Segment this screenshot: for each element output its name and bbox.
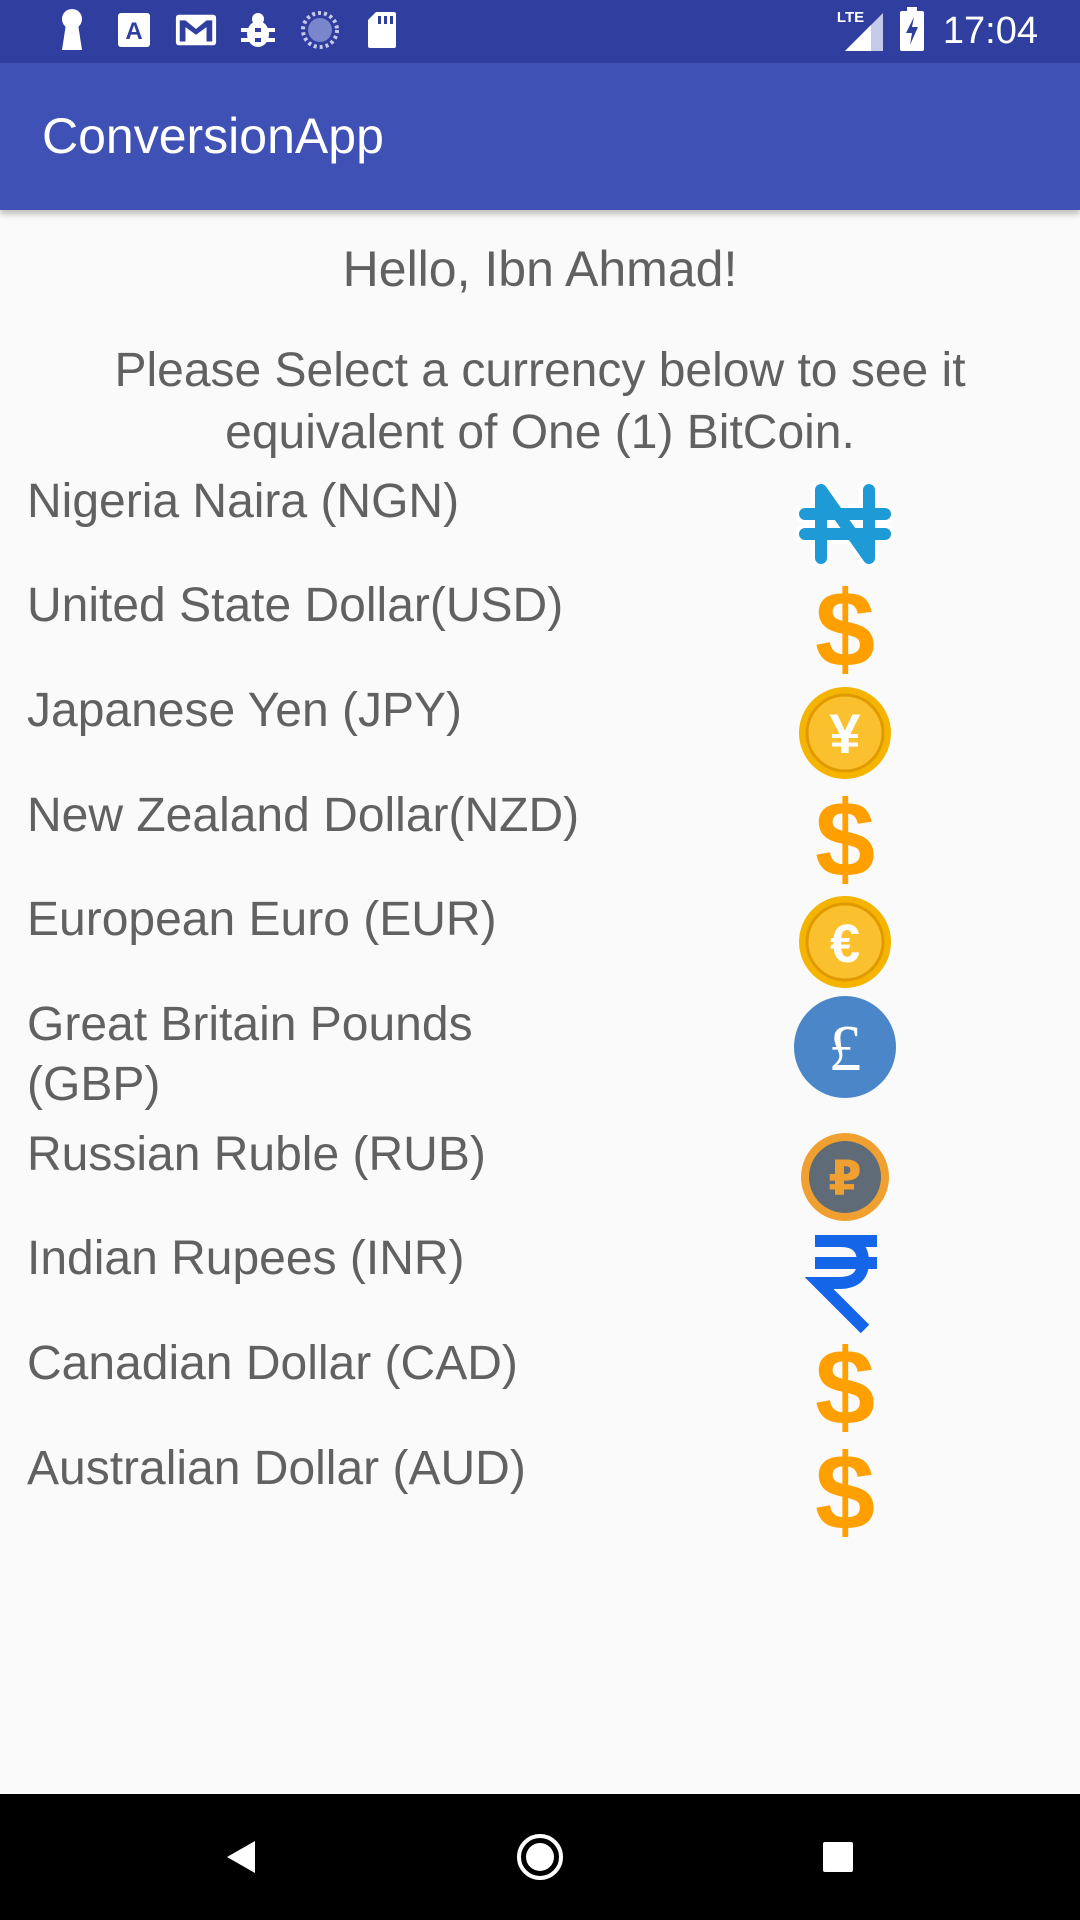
bug-icon [236, 8, 280, 52]
svg-text:€: € [830, 914, 860, 974]
keyhole-icon [50, 8, 94, 52]
notification-icons: A [50, 8, 422, 52]
gmail-icon [174, 8, 218, 52]
currency-row-rub[interactable]: Russian Ruble (RUB) ₽ [0, 1125, 1080, 1229]
main-content: Hello, Ibn Ahmad! Please Select a curren… [0, 210, 1080, 1794]
euro-coin-icon[interactable]: € [790, 890, 900, 994]
naira-icon[interactable] [790, 472, 900, 576]
currency-row-ngn[interactable]: Nigeria Naira (NGN) [0, 472, 1080, 576]
currency-label: Great Britain Pounds (GBP) [27, 998, 473, 1111]
currency-label: Japanese Yen (JPY) [27, 684, 462, 737]
currency-row-inr[interactable]: Indian Rupees (INR) [0, 1229, 1080, 1334]
currency-label: United State Dollar(USD) [27, 579, 564, 632]
a-notification-icon: A [112, 8, 156, 52]
app-bar: ConversionApp [0, 63, 1080, 210]
currency-row-cad[interactable]: Canadian Dollar (CAD) $ [0, 1334, 1080, 1439]
app-title: ConversionApp [42, 108, 384, 164]
status-bar: A LTE 17:04 [0, 0, 1080, 63]
signal-icon: LTE [836, 9, 885, 53]
battery-charging-icon [899, 6, 925, 56]
currency-row-nzd[interactable]: New Zealand Dollar(NZD) $ [0, 786, 1080, 890]
svg-text:$: $ [815, 786, 875, 890]
svg-text:£: £ [829, 1012, 862, 1085]
status-time: 17:04 [942, 9, 1038, 52]
sync-spinner-icon [298, 8, 342, 52]
svg-text:$: $ [815, 1334, 875, 1438]
svg-text:¥: ¥ [829, 702, 860, 765]
greeting-text: Hello, Ibn Ahmad! [342, 241, 738, 297]
yen-coin-icon[interactable]: ¥ [790, 681, 900, 785]
home-icon[interactable] [505, 1822, 575, 1892]
recents-icon[interactable] [803, 1822, 873, 1892]
instruction-text: Please Select a currency below to see it… [114, 344, 966, 459]
rupee-icon[interactable] [790, 1229, 900, 1333]
currency-label: Australian Dollar (AUD) [27, 1442, 526, 1495]
navigation-bar [0, 1794, 1080, 1920]
pound-icon[interactable]: £ [790, 995, 900, 1099]
currency-row-eur[interactable]: European Euro (EUR) € [0, 890, 1080, 995]
dollar-icon[interactable]: $ [790, 576, 900, 680]
dollar-icon[interactable]: $ [790, 1334, 900, 1438]
network-type-label: LTE [836, 9, 865, 26]
dollar-icon[interactable]: $ [790, 1439, 900, 1543]
currency-label: Indian Rupees (INR) [27, 1232, 465, 1285]
svg-text:$: $ [815, 576, 875, 680]
dollar-icon[interactable]: $ [790, 786, 900, 890]
ruble-coin-icon[interactable]: ₽ [790, 1125, 900, 1229]
currency-label: New Zealand Dollar(NZD) [27, 789, 580, 842]
currency-row-usd[interactable]: United State Dollar(USD) $ [0, 576, 1080, 681]
status-right: LTE 17:04 [836, 6, 1038, 56]
currency-row-gbp[interactable]: Great Britain Pounds (GBP) £ [0, 995, 1080, 1125]
currency-label: European Euro (EUR) [27, 893, 497, 946]
svg-text:$: $ [815, 1439, 875, 1543]
sd-card-icon [360, 8, 404, 52]
currency-row-jpy[interactable]: Japanese Yen (JPY) ¥ [0, 681, 1080, 786]
currency-row-aud[interactable]: Australian Dollar (AUD) $ [0, 1439, 1080, 1544]
currency-label: Russian Ruble (RUB) [27, 1128, 486, 1181]
back-icon[interactable] [206, 1822, 276, 1892]
svg-text:₽: ₽ [828, 1151, 861, 1207]
svg-text:A: A [125, 18, 142, 45]
currency-label: Nigeria Naira (NGN) [27, 475, 460, 528]
currency-label: Canadian Dollar (CAD) [27, 1337, 518, 1390]
